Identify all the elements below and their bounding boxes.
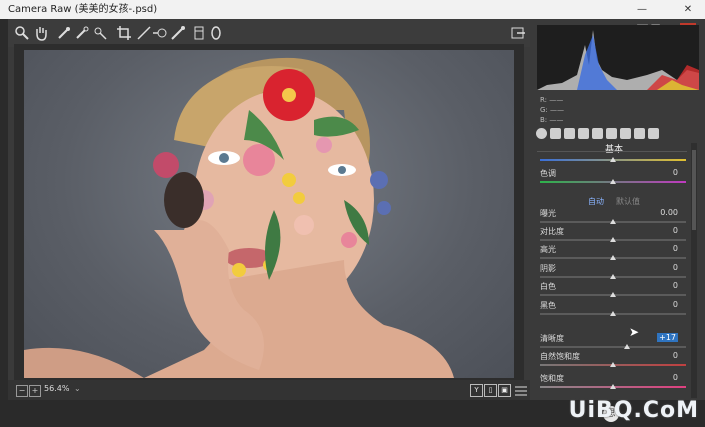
slider-thumb[interactable] <box>610 362 616 367</box>
before-after-button[interactable]: ▯ <box>484 384 497 397</box>
slider-value[interactable]: 0 <box>630 373 678 382</box>
portrait-image <box>24 57 454 378</box>
split-toning-tab-icon[interactable] <box>592 128 603 139</box>
window-title: Camera Raw (美美的女孩-.psd) <box>8 4 158 15</box>
tone-curve-tab-icon[interactable] <box>550 128 561 139</box>
left-edge <box>0 19 8 427</box>
lens-tab-icon[interactable] <box>606 128 617 139</box>
slider-thumb[interactable] <box>610 219 616 224</box>
slider-thumb[interactable] <box>624 344 630 349</box>
section-title: 基本 <box>604 145 623 155</box>
slider-thumb[interactable] <box>610 157 616 162</box>
slider-thumb[interactable] <box>610 237 616 242</box>
rgb-readout-b: B: —— <box>540 116 564 124</box>
radial-filter-tool-icon[interactable] <box>208 25 224 41</box>
slider-label: 对比度 <box>540 227 564 236</box>
slider-label: 阴影 <box>540 264 556 273</box>
slider-thumb[interactable] <box>610 274 616 279</box>
detail-tab-icon[interactable] <box>564 128 575 139</box>
zoom-dropdown-icon[interactable]: ⌄ <box>74 384 81 393</box>
slider-value[interactable]: 0 <box>630 263 678 272</box>
crop-tool-icon[interactable] <box>116 25 132 41</box>
slider-label: 曝光 <box>540 209 556 218</box>
watermark-text: UiBQ.CoM <box>568 398 699 423</box>
red-eye-tool-icon[interactable] <box>170 25 186 41</box>
spot-removal-tool-icon[interactable] <box>152 25 168 41</box>
slider-label: 色调 <box>540 169 556 178</box>
view-mode-button[interactable]: Y <box>470 384 483 397</box>
zoom-in-button[interactable]: + <box>29 385 41 397</box>
close-button[interactable]: ✕ <box>676 0 700 19</box>
slider-value[interactable]: 0 <box>630 300 678 309</box>
camera-calibration-tab-icon[interactable] <box>634 128 645 139</box>
zoom-tool-icon[interactable] <box>14 25 30 41</box>
straighten-tool-icon[interactable] <box>136 25 152 41</box>
section-divider <box>537 151 687 152</box>
default-button[interactable]: 默认值 <box>616 196 640 207</box>
slider-thumb[interactable] <box>610 292 616 297</box>
basic-tab-icon[interactable] <box>536 128 547 139</box>
presets-tab-icon[interactable] <box>648 128 659 139</box>
zoom-out-button[interactable]: − <box>16 385 28 397</box>
zoom-level[interactable]: 56.4% <box>44 384 69 393</box>
slider-value[interactable]: 0 <box>630 351 678 360</box>
slider-thumb[interactable] <box>610 179 616 184</box>
slider-label: 清晰度 <box>540 334 564 343</box>
slider-value[interactable]: 0 <box>630 244 678 253</box>
histogram <box>537 25 699 90</box>
toolbar <box>8 19 530 47</box>
hsl-tab-icon[interactable] <box>578 128 589 139</box>
slider-thumb[interactable] <box>610 384 616 389</box>
minimize-button[interactable]: — <box>630 0 654 19</box>
mouse-cursor-icon: ➤ <box>629 325 640 339</box>
slider-thumb[interactable] <box>610 311 616 316</box>
title-bar: Camera Raw (美美的女孩-.psd) — ✕ <box>0 0 705 19</box>
color-sampler-tool-icon[interactable] <box>74 25 90 41</box>
effects-tab-icon[interactable] <box>620 128 631 139</box>
white-balance-tool-icon[interactable] <box>56 25 72 41</box>
adjustment-brush-tool-icon[interactable] <box>191 25 207 41</box>
hand-tool-icon[interactable] <box>33 25 49 41</box>
export-icon[interactable] <box>510 25 526 41</box>
targeted-adjust-tool-icon[interactable] <box>92 25 108 41</box>
slider-label: 饱和度 <box>540 374 564 383</box>
slider-label: 黑色 <box>540 301 556 310</box>
slider-label: 高光 <box>540 245 556 254</box>
auto-button[interactable]: 自动 <box>588 196 604 207</box>
bottom-bar: − + 56.4% ⌄ Y ▯ ▣ <box>8 380 530 400</box>
slider-label: 白色 <box>540 282 556 291</box>
slider-thumb[interactable] <box>610 255 616 260</box>
panel-tabs <box>533 127 701 141</box>
rgb-readout-g: G: —— <box>540 106 565 114</box>
panel-scroll-thumb[interactable] <box>692 150 696 230</box>
slider-label: 自然饱和度 <box>540 352 580 361</box>
slider-value[interactable]: 0 <box>630 281 678 290</box>
settings-sliders-icon[interactable] <box>513 383 529 399</box>
slider-value[interactable]: 0 <box>630 226 678 235</box>
rgb-readout-r: R: —— <box>540 96 564 104</box>
slider-value[interactable]: 0 <box>630 168 678 177</box>
image-preview[interactable] <box>24 50 514 378</box>
compare-button[interactable]: ▣ <box>498 384 511 397</box>
slider-track[interactable] <box>540 346 686 348</box>
slider-value[interactable]: 0.00 <box>630 208 678 217</box>
